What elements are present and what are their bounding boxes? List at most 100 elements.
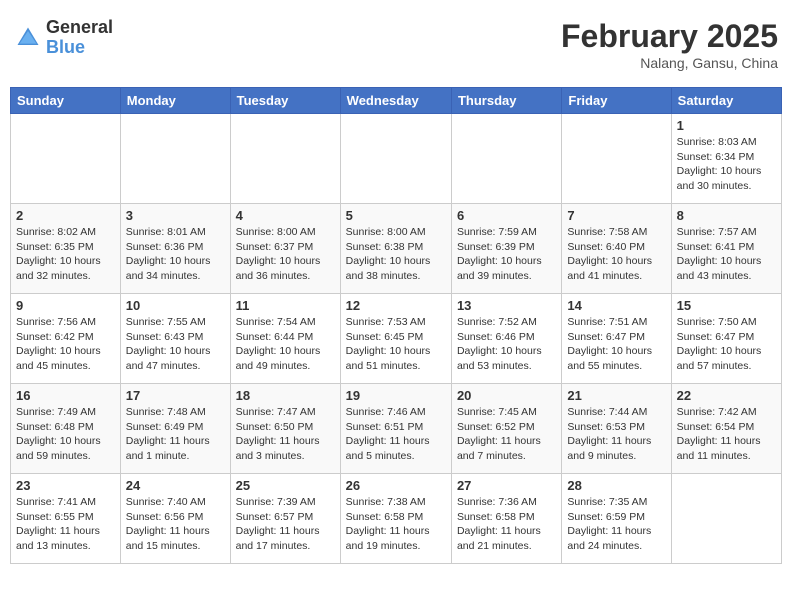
day-cell bbox=[451, 114, 561, 204]
day-cell: 12Sunrise: 7:53 AM Sunset: 6:45 PM Dayli… bbox=[340, 294, 451, 384]
day-info: Sunrise: 7:41 AM Sunset: 6:55 PM Dayligh… bbox=[16, 495, 115, 554]
col-header-wednesday: Wednesday bbox=[340, 88, 451, 114]
day-cell: 16 Sunrise: 7:49 AM Sunset: 6:48 PM Dayli… bbox=[11, 384, 121, 474]
day-number: 4 bbox=[236, 208, 335, 223]
day-info: Sunrise: 7:48 AM Sunset: 6:49 PM Dayligh… bbox=[126, 405, 225, 464]
day-info: Sunrise: 7:39 AM Sunset: 6:57 PM Dayligh… bbox=[236, 495, 335, 554]
week-row-3: 16 Sunrise: 7:49 AM Sunset: 6:48 PM Dayli… bbox=[11, 384, 782, 474]
day-number: 27 bbox=[457, 478, 556, 493]
day-cell: 8Sunrise: 7:57 AM Sunset: 6:41 PM Daylig… bbox=[671, 204, 781, 294]
day-number: 2 bbox=[16, 208, 115, 223]
day-info: Sunrise: 7:56 AM Sunset: 6:42 PM Dayligh… bbox=[16, 315, 115, 374]
day-cell: 19Sunrise: 7:46 AM Sunset: 6:51 PM Dayli… bbox=[340, 384, 451, 474]
day-cell bbox=[120, 114, 230, 204]
day-number: 17 bbox=[126, 388, 225, 403]
col-header-tuesday: Tuesday bbox=[230, 88, 340, 114]
day-number: 22 bbox=[677, 388, 776, 403]
day-cell: 10 Sunrise: 7:55 AM Sunset: 6:43 PM Dayli… bbox=[120, 294, 230, 384]
week-row-1: 2 Sunrise: 8:02 AM Sunset: 6:35 PM Daylig… bbox=[11, 204, 782, 294]
day-number: 28 bbox=[567, 478, 665, 493]
day-cell: 28 Sunrise: 7:35 AM Sunset: 6:59 PM Dayli… bbox=[562, 474, 671, 564]
day-cell: 7 Sunrise: 7:58 AM Sunset: 6:40 PM Daylig… bbox=[562, 204, 671, 294]
day-info: Sunrise: 7:50 AM Sunset: 6:47 PM Dayligh… bbox=[677, 315, 776, 374]
day-info: Sunrise: 8:01 AM Sunset: 6:36 PM Dayligh… bbox=[126, 225, 225, 284]
day-info: Sunrise: 7:58 AM Sunset: 6:40 PM Dayligh… bbox=[567, 225, 665, 284]
day-cell: 24 Sunrise: 7:40 AM Sunset: 6:56 PM Dayli… bbox=[120, 474, 230, 564]
day-cell: 9 Sunrise: 7:56 AM Sunset: 6:42 PM Daylig… bbox=[11, 294, 121, 384]
day-number: 13 bbox=[457, 298, 556, 313]
day-info: Sunrise: 7:35 AM Sunset: 6:59 PM Dayligh… bbox=[567, 495, 665, 554]
logo-text: General Blue bbox=[46, 18, 113, 58]
day-number: 20 bbox=[457, 388, 556, 403]
day-number: 10 bbox=[126, 298, 225, 313]
day-cell: 6 Sunrise: 7:59 AM Sunset: 6:39 PM Daylig… bbox=[451, 204, 561, 294]
day-info: Sunrise: 7:42 AM Sunset: 6:54 PM Dayligh… bbox=[677, 405, 776, 464]
day-cell: 3 Sunrise: 8:01 AM Sunset: 6:36 PM Daylig… bbox=[120, 204, 230, 294]
day-number: 7 bbox=[567, 208, 665, 223]
calendar-header-row: SundayMondayTuesdayWednesdayThursdayFrid… bbox=[11, 88, 782, 114]
day-info: Sunrise: 8:00 AM Sunset: 6:38 PM Dayligh… bbox=[346, 225, 446, 284]
title-area: February 2025 Nalang, Gansu, China bbox=[561, 18, 778, 71]
col-header-friday: Friday bbox=[562, 88, 671, 114]
day-number: 9 bbox=[16, 298, 115, 313]
col-header-thursday: Thursday bbox=[451, 88, 561, 114]
day-info: Sunrise: 8:00 AM Sunset: 6:37 PM Dayligh… bbox=[236, 225, 335, 284]
day-info: Sunrise: 7:45 AM Sunset: 6:52 PM Dayligh… bbox=[457, 405, 556, 464]
day-number: 1 bbox=[677, 118, 776, 133]
day-cell: 25 Sunrise: 7:39 AM Sunset: 6:57 PM Dayli… bbox=[230, 474, 340, 564]
col-header-monday: Monday bbox=[120, 88, 230, 114]
day-info: Sunrise: 7:51 AM Sunset: 6:47 PM Dayligh… bbox=[567, 315, 665, 374]
day-cell: 20 Sunrise: 7:45 AM Sunset: 6:52 PM Dayli… bbox=[451, 384, 561, 474]
logo-blue: Blue bbox=[46, 38, 113, 58]
day-number: 11 bbox=[236, 298, 335, 313]
day-number: 25 bbox=[236, 478, 335, 493]
col-header-saturday: Saturday bbox=[671, 88, 781, 114]
day-cell: 2 Sunrise: 8:02 AM Sunset: 6:35 PM Daylig… bbox=[11, 204, 121, 294]
day-info: Sunrise: 7:59 AM Sunset: 6:39 PM Dayligh… bbox=[457, 225, 556, 284]
day-cell bbox=[671, 474, 781, 564]
day-cell: 18 Sunrise: 7:47 AM Sunset: 6:50 PM Dayli… bbox=[230, 384, 340, 474]
page-header: General Blue February 2025 Nalang, Gansu… bbox=[10, 10, 782, 79]
day-cell bbox=[11, 114, 121, 204]
week-row-0: 1 Sunrise: 8:03 AM Sunset: 6:34 PM Daylig… bbox=[11, 114, 782, 204]
day-number: 16 bbox=[16, 388, 115, 403]
day-cell: 27 Sunrise: 7:36 AM Sunset: 6:58 PM Dayli… bbox=[451, 474, 561, 564]
location: Nalang, Gansu, China bbox=[561, 55, 778, 71]
day-number: 15 bbox=[677, 298, 776, 313]
day-info: Sunrise: 8:02 AM Sunset: 6:35 PM Dayligh… bbox=[16, 225, 115, 284]
day-cell bbox=[230, 114, 340, 204]
day-cell: 23 Sunrise: 7:41 AM Sunset: 6:55 PM Dayli… bbox=[11, 474, 121, 564]
day-number: 6 bbox=[457, 208, 556, 223]
day-cell: 4 Sunrise: 8:00 AM Sunset: 6:37 PM Daylig… bbox=[230, 204, 340, 294]
day-info: Sunrise: 7:47 AM Sunset: 6:50 PM Dayligh… bbox=[236, 405, 335, 464]
day-cell: 22 Sunrise: 7:42 AM Sunset: 6:54 PM Dayli… bbox=[671, 384, 781, 474]
week-row-4: 23 Sunrise: 7:41 AM Sunset: 6:55 PM Dayli… bbox=[11, 474, 782, 564]
day-cell: 21 Sunrise: 7:44 AM Sunset: 6:53 PM Dayli… bbox=[562, 384, 671, 474]
day-info: Sunrise: 7:54 AM Sunset: 6:44 PM Dayligh… bbox=[236, 315, 335, 374]
day-number: 14 bbox=[567, 298, 665, 313]
day-info: Sunrise: 7:40 AM Sunset: 6:56 PM Dayligh… bbox=[126, 495, 225, 554]
day-number: 8 bbox=[677, 208, 776, 223]
day-number: 3 bbox=[126, 208, 225, 223]
day-info: Sunrise: 7:46 AM Sunset: 6:51 PM Dayligh… bbox=[346, 405, 446, 464]
day-info: Sunrise: 8:03 AM Sunset: 6:34 PM Dayligh… bbox=[677, 135, 776, 194]
day-number: 21 bbox=[567, 388, 665, 403]
day-cell: 5Sunrise: 8:00 AM Sunset: 6:38 PM Daylig… bbox=[340, 204, 451, 294]
logo-general: General bbox=[46, 18, 113, 38]
day-info: Sunrise: 7:55 AM Sunset: 6:43 PM Dayligh… bbox=[126, 315, 225, 374]
day-cell bbox=[562, 114, 671, 204]
calendar: SundayMondayTuesdayWednesdayThursdayFrid… bbox=[10, 87, 782, 564]
day-number: 26 bbox=[346, 478, 446, 493]
day-info: Sunrise: 7:44 AM Sunset: 6:53 PM Dayligh… bbox=[567, 405, 665, 464]
day-info: Sunrise: 7:49 AM Sunset: 6:48 PM Dayligh… bbox=[16, 405, 115, 464]
day-cell: 1 Sunrise: 8:03 AM Sunset: 6:34 PM Daylig… bbox=[671, 114, 781, 204]
day-number: 24 bbox=[126, 478, 225, 493]
day-number: 23 bbox=[16, 478, 115, 493]
day-info: Sunrise: 7:36 AM Sunset: 6:58 PM Dayligh… bbox=[457, 495, 556, 554]
day-number: 18 bbox=[236, 388, 335, 403]
col-header-sunday: Sunday bbox=[11, 88, 121, 114]
logo-icon bbox=[14, 24, 42, 52]
day-info: Sunrise: 7:38 AM Sunset: 6:58 PM Dayligh… bbox=[346, 495, 446, 554]
month-title: February 2025 bbox=[561, 18, 778, 55]
day-cell bbox=[340, 114, 451, 204]
